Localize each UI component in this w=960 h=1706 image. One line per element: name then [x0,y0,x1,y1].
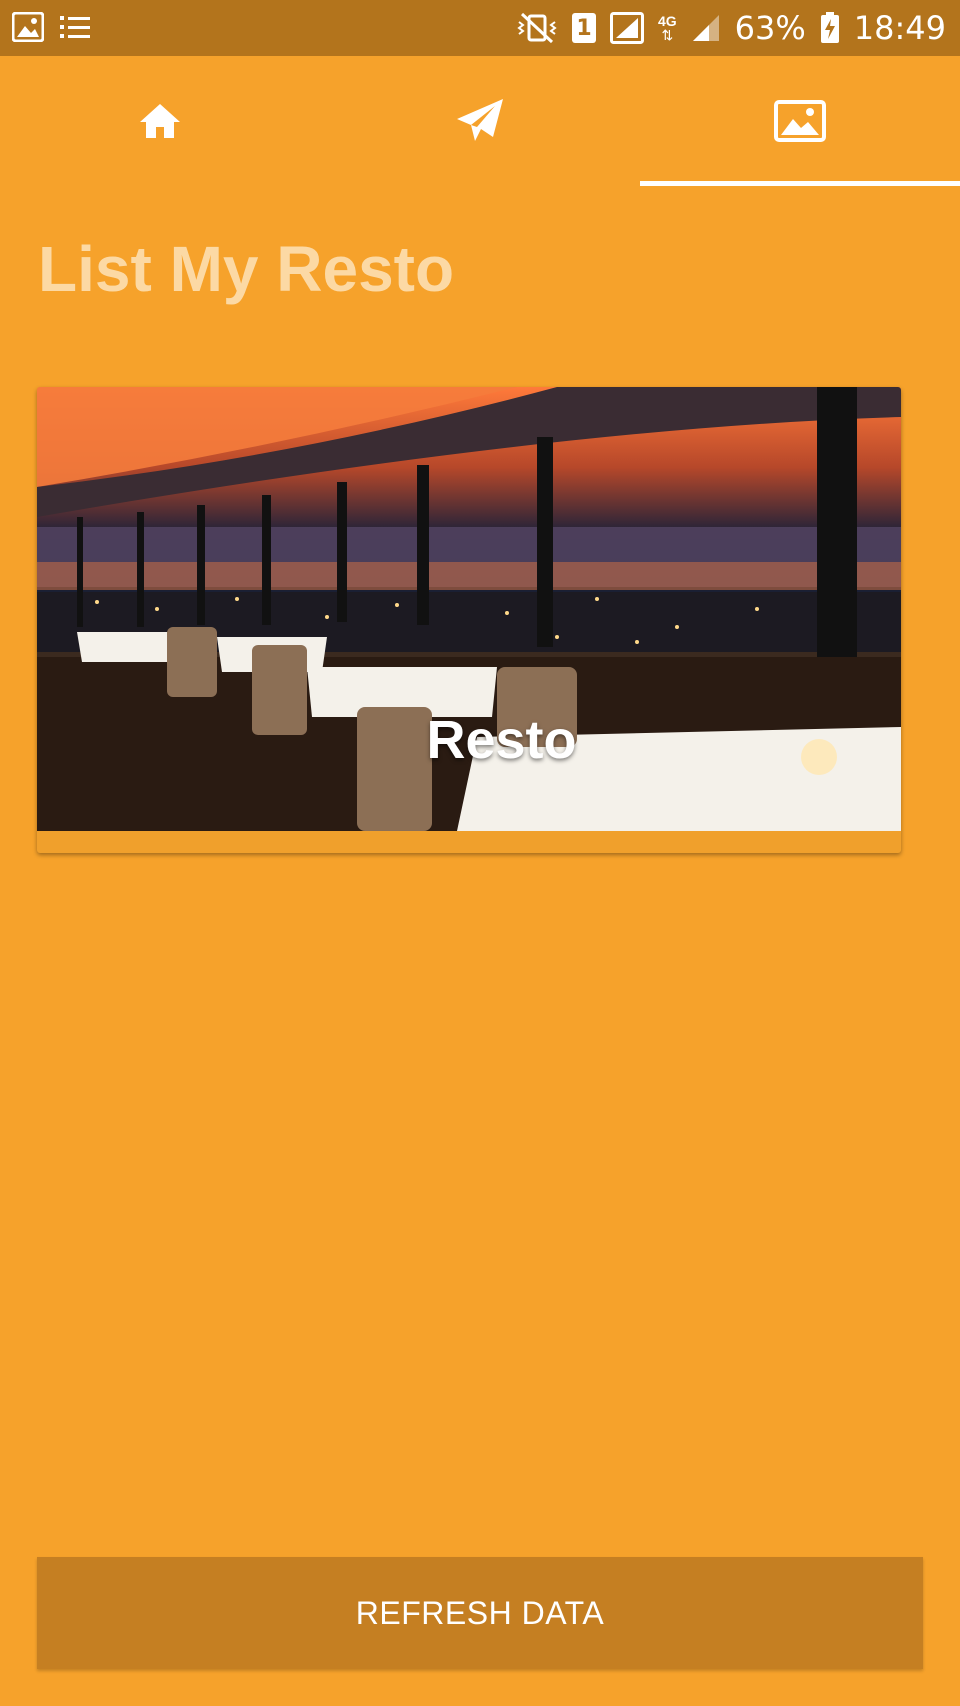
page-title: List My Resto [38,233,455,305]
restaurant-card[interactable]: Resto [37,387,901,853]
tab-gallery[interactable] [640,56,960,186]
tab-home[interactable] [0,56,320,186]
tab-bar [0,56,960,186]
sim-number: 1 [576,15,592,41]
restaurant-name: Resto [426,710,577,770]
tab-send[interactable] [320,56,640,186]
home-icon [140,104,180,138]
image-icon [774,100,826,142]
sim-badge: 1 [571,13,596,43]
battery-percent: 63% [734,9,806,47]
paper-plane-icon [457,99,503,141]
signal-box-icon [609,12,644,44]
gallery-notification-icon [12,12,44,42]
status-bar: 1 4G ⇅ 63% 18:49 [0,0,960,56]
cell-signal-icon [692,15,719,41]
tab-indicator [640,181,960,186]
vibrate-mute-icon [517,12,557,44]
network-type: 4G ⇅ [657,13,677,43]
data-arrows-icon: ⇅ [661,27,674,43]
battery-charging-icon [820,12,839,43]
clock: 18:49 [853,9,946,47]
list-notification-icon [60,16,90,38]
refresh-data-button[interactable]: REFRESH DATA [37,1557,923,1669]
